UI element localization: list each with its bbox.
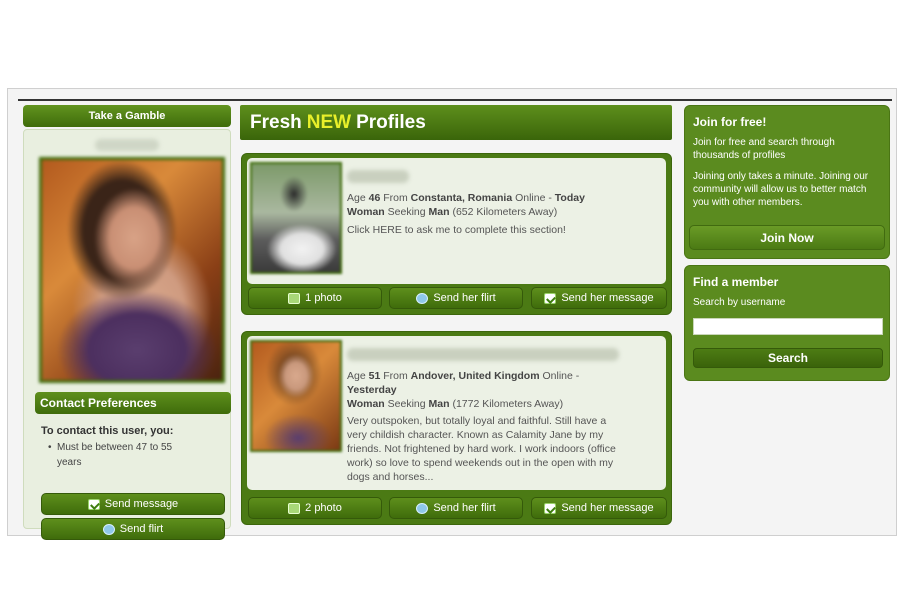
photo-icon — [288, 292, 301, 304]
photo-count-label: 2 photo — [305, 502, 342, 514]
bullet-icon: • — [48, 442, 52, 453]
search-by-username-label: Search by username — [693, 297, 786, 308]
profile-thumbnail[interactable] — [250, 162, 342, 274]
left-column: Take a Gamble Contact Preferences To con… — [23, 105, 231, 540]
profile-name-blurred[interactable] — [347, 348, 619, 361]
flirt-icon — [102, 523, 115, 535]
send-her-flirt-button[interactable]: Send her flirt — [389, 497, 523, 519]
profile-card: Age 51 From Andover, United Kingdom Onli… — [241, 331, 672, 525]
message-icon — [544, 502, 557, 514]
heading-fresh: Fresh — [250, 111, 302, 133]
send-flirt-label: Send flirt — [119, 523, 164, 535]
send-message-label: Send her message — [561, 502, 654, 514]
photo-count-label: 1 photo — [305, 292, 342, 304]
page-frame: Take a Gamble Contact Preferences To con… — [7, 88, 897, 540]
join-title: Join for free! — [693, 115, 767, 129]
join-for-free-box: Join for free! Join for free and search … — [684, 105, 890, 259]
profile-card-body: Age 46 From Constanta, Romania Online - … — [247, 158, 666, 284]
send-message-button[interactable]: Send message — [41, 493, 225, 515]
send-flirt-label: Send her flirt — [433, 292, 496, 304]
send-message-label: Send her message — [561, 292, 654, 304]
featured-username-blurred — [95, 139, 159, 151]
send-her-flirt-button[interactable]: Send her flirt — [389, 287, 523, 309]
message-icon — [87, 498, 100, 510]
contact-rule-item: • Must be between 47 to 55 years — [48, 440, 197, 470]
profile-thumbnail[interactable] — [250, 340, 342, 452]
join-now-button[interactable]: Join Now — [689, 225, 885, 250]
center-column: Fresh NEW Profiles Age 46 From Constanta… — [240, 105, 678, 529]
send-flirt-button[interactable]: Send flirt — [41, 518, 225, 540]
search-button[interactable]: Search — [693, 348, 883, 368]
view-photos-button[interactable]: 2 photo — [248, 497, 382, 519]
flirt-icon — [416, 502, 429, 514]
find-member-box: Find a member Search by username Search — [684, 265, 890, 381]
profile-description[interactable]: Very outspoken, but totally loyal and fa… — [347, 414, 625, 484]
profile-meta-line1: Age 51 From Andover, United Kingdom Onli… — [347, 370, 580, 396]
send-message-label: Send message — [104, 498, 179, 510]
profile-card: Age 46 From Constanta, Romania Online - … — [241, 153, 672, 315]
contact-preferences-heading: Contact Preferences — [35, 392, 231, 414]
photo-icon — [288, 502, 301, 514]
send-flirt-label: Send her flirt — [433, 502, 496, 514]
profile-meta-line2: Woman Seeking Man (652 Kilometers Away) — [347, 206, 558, 218]
send-her-message-button[interactable]: Send her message — [531, 287, 667, 309]
heading-new: NEW — [306, 111, 352, 133]
contact-rule-text: Must be between 47 to 55 years — [57, 442, 173, 468]
profile-meta-line1: Age 46 From Constanta, Romania Online - … — [347, 192, 585, 204]
view-photos-button[interactable]: 1 photo — [248, 287, 382, 309]
flirt-icon — [416, 292, 429, 304]
find-member-title: Find a member — [693, 275, 779, 289]
join-benefits-text: Joining only takes a minute. Joining our… — [693, 171, 869, 208]
message-icon — [544, 292, 557, 304]
profile-card-body: Age 51 From Andover, United Kingdom Onli… — [247, 336, 666, 490]
profile-meta-line2: Woman Seeking Man (1772 Kilometers Away) — [347, 398, 564, 410]
heading-profiles: Profiles — [356, 111, 426, 133]
featured-profile-photo[interactable] — [39, 157, 225, 383]
send-her-message-button[interactable]: Send her message — [531, 497, 667, 519]
profile-name-blurred[interactable] — [347, 170, 409, 183]
top-divider — [18, 99, 892, 101]
join-description: Join for free and search through thousan… — [693, 137, 835, 161]
take-a-gamble-button[interactable]: Take a Gamble — [23, 105, 231, 127]
fresh-profiles-heading: Fresh NEW Profiles — [240, 105, 672, 140]
profile-description[interactable]: Click HERE to ask me to complete this se… — [347, 223, 657, 237]
username-search-input[interactable] — [693, 318, 883, 335]
contact-intro-text: To contact this user, you: — [41, 425, 174, 437]
